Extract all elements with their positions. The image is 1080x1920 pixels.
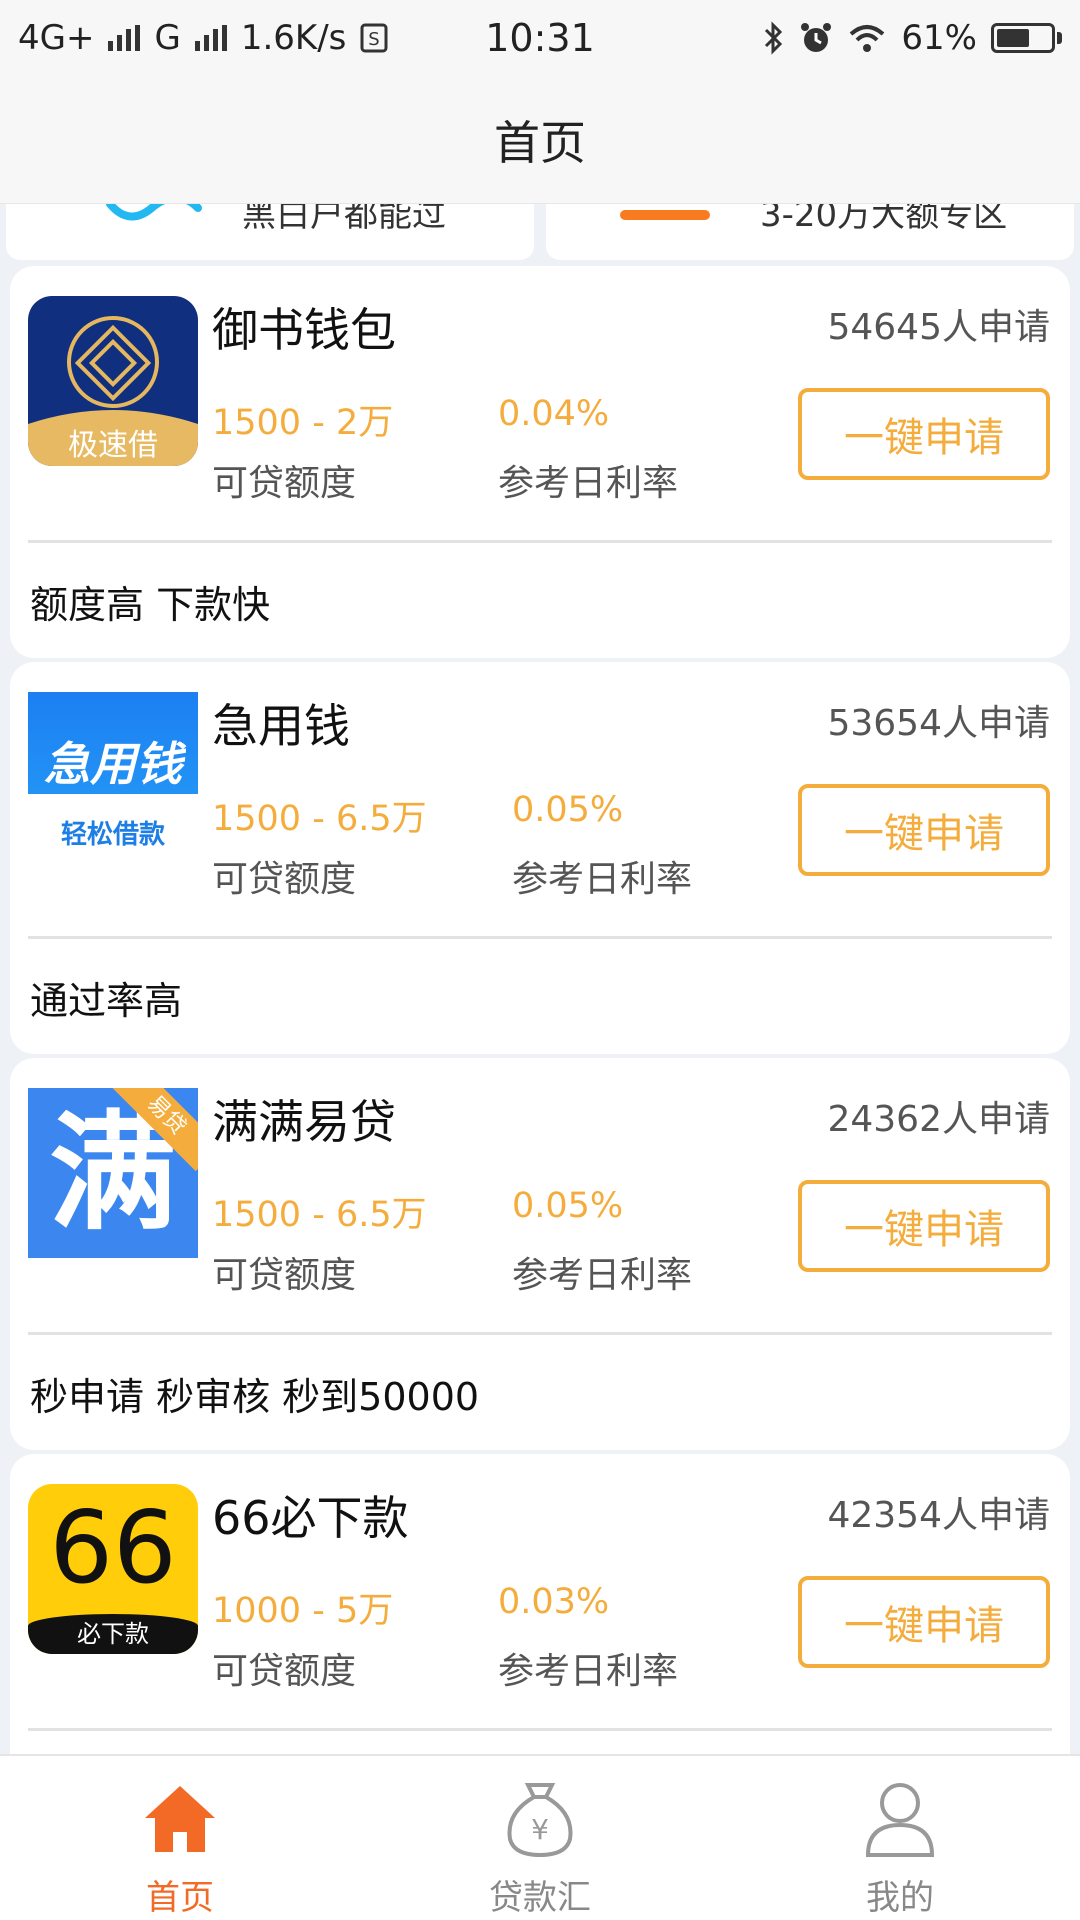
apply-button[interactable]: 一键申请 bbox=[798, 1180, 1050, 1272]
daily-rate: 0.05% bbox=[512, 790, 624, 830]
jiyongqian-logo-text: 急用钱 bbox=[44, 737, 182, 791]
tab-loans[interactable]: ¥ 贷款汇 bbox=[360, 1756, 720, 1920]
daily-rate: 0.05% bbox=[512, 1186, 624, 1226]
card-divider bbox=[28, 936, 1052, 939]
product-name: 御书钱包 bbox=[212, 303, 396, 357]
wifi-icon bbox=[850, 25, 885, 52]
network-type-2: G bbox=[154, 18, 181, 58]
amount-label: 可贷额度 bbox=[212, 859, 357, 900]
applicant-count: 42354人申请 bbox=[827, 1495, 1050, 1536]
loan-card-66[interactable]: 66 必下款 66必下款 42354人申请 1000 - 5万 0.03% 可贷… bbox=[10, 1454, 1070, 1754]
home-icon bbox=[135, 1774, 225, 1864]
tab-home[interactable]: 首页 bbox=[0, 1756, 360, 1920]
status-right: 61% bbox=[763, 18, 1062, 58]
status-bar: 4G+ G 1.6K/s S 10:31 61% bbox=[0, 0, 1080, 76]
card-divider bbox=[28, 540, 1052, 543]
loan-amount: 1500 - 2万 bbox=[212, 403, 394, 443]
tab-loans-label: 贷款汇 bbox=[489, 1878, 591, 1918]
signal-icon-2 bbox=[194, 25, 227, 51]
apply-button[interactable]: 一键申请 bbox=[798, 784, 1050, 876]
promo-right-text: 3-20万大额专区 bbox=[760, 204, 1008, 235]
promo-card-left[interactable]: 黑白户都能过 bbox=[6, 204, 534, 260]
jiyongqian-logo: 急用钱 轻松借款 bbox=[28, 692, 198, 862]
yushu-logo-text: 极速借 bbox=[68, 428, 158, 463]
66-logo-sub: 必下款 bbox=[77, 1620, 149, 1648]
amount-label: 可贷额度 bbox=[212, 1255, 357, 1296]
amount-label: 可贷额度 bbox=[212, 463, 357, 504]
rate-label: 参考日利率 bbox=[512, 1255, 693, 1296]
amount-label: 可贷额度 bbox=[212, 1651, 357, 1692]
promo-left-icon bbox=[106, 204, 202, 221]
manman-logo: 满 易贷 bbox=[28, 1088, 198, 1258]
tab-home-label: 首页 bbox=[146, 1878, 214, 1918]
product-name: 66必下款 bbox=[212, 1491, 409, 1545]
promo-card-right[interactable]: 3-20万大额专区 bbox=[546, 204, 1074, 260]
promo-row: 黑白户都能过 3-20万大额专区 bbox=[0, 204, 1080, 260]
network-type-1: 4G+ bbox=[18, 18, 95, 58]
battery-percent: 61% bbox=[901, 18, 977, 58]
loan-amount: 1000 - 5万 bbox=[212, 1591, 394, 1631]
card-divider bbox=[28, 1728, 1052, 1731]
product-tagline: 额度高 下款快 bbox=[30, 583, 271, 627]
applicant-count: 24362人申请 bbox=[827, 1099, 1050, 1140]
network-speed: 1.6K/s bbox=[240, 18, 347, 58]
battery-icon bbox=[991, 23, 1062, 53]
daily-rate: 0.03% bbox=[498, 1582, 610, 1622]
bottom-tab-bar: 首页 ¥ 贷款汇 我的 bbox=[0, 1754, 1080, 1920]
loan-amount: 1500 - 6.5万 bbox=[212, 799, 427, 839]
sim-icon: S bbox=[360, 23, 388, 53]
applicant-count: 53654人申请 bbox=[827, 703, 1050, 744]
apply-button[interactable]: 一键申请 bbox=[798, 388, 1050, 480]
66-logo-band: 必下款 bbox=[28, 1614, 198, 1654]
card-divider bbox=[28, 1332, 1052, 1335]
promo-right-icon bbox=[620, 210, 710, 220]
svg-text:¥: ¥ bbox=[531, 1813, 549, 1846]
money-bag-icon: ¥ bbox=[495, 1774, 585, 1864]
daily-rate: 0.04% bbox=[498, 394, 610, 434]
product-tagline: 秒申请 秒审核 秒到50000 bbox=[30, 1375, 480, 1419]
product-name: 满满易贷 bbox=[212, 1095, 396, 1149]
product-tagline: 通过率高 bbox=[30, 979, 183, 1023]
svg-text:S: S bbox=[369, 29, 380, 50]
bluetooth-icon bbox=[765, 21, 783, 55]
rate-label: 参考日利率 bbox=[512, 859, 693, 900]
navigation-bar: 首页 bbox=[0, 76, 1080, 204]
promo-left-text: 黑白户都能过 bbox=[242, 204, 446, 235]
loan-card-jiyongqian[interactable]: 急用钱 轻松借款 急用钱 53654人申请 1500 - 6.5万 0.05% … bbox=[10, 662, 1070, 1054]
page-title: 首页 bbox=[494, 115, 586, 170]
66-logo-text: 66 bbox=[49, 1489, 177, 1606]
app-screen: 4G+ G 1.6K/s S 10:31 61% 首页 黑白户都能过 3-20万… bbox=[0, 0, 1080, 1920]
applicant-count: 54645人申请 bbox=[827, 307, 1050, 348]
loan-card-yushu[interactable]: 极速借 御书钱包 54645人申请 1500 - 2万 0.04% 可贷额度 参… bbox=[10, 266, 1070, 658]
jiyongqian-logo-sub: 轻松借款 bbox=[60, 820, 165, 850]
status-left: 4G+ G 1.6K/s S bbox=[18, 18, 388, 58]
tab-mine[interactable]: 我的 bbox=[720, 1756, 1080, 1920]
alarm-icon bbox=[801, 23, 832, 52]
loan-amount: 1500 - 6.5万 bbox=[212, 1195, 427, 1235]
signal-icon bbox=[108, 25, 141, 51]
product-name: 急用钱 bbox=[212, 699, 350, 753]
loan-list[interactable]: 黑白户都能过 3-20万大额专区 极速借 御书钱包 54645人申请 1500 … bbox=[0, 204, 1080, 1754]
rate-label: 参考日利率 bbox=[498, 463, 679, 504]
66-logo: 66 必下款 bbox=[28, 1484, 198, 1654]
yushu-logo: 极速借 bbox=[28, 296, 198, 466]
rate-label: 参考日利率 bbox=[498, 1651, 679, 1692]
tab-mine-label: 我的 bbox=[866, 1878, 934, 1918]
loan-card-manman[interactable]: 满 易贷 满满易贷 24362人申请 1500 - 6.5万 0.05% 可贷额… bbox=[10, 1058, 1070, 1450]
user-icon bbox=[855, 1774, 945, 1864]
apply-button[interactable]: 一键申请 bbox=[798, 1576, 1050, 1668]
